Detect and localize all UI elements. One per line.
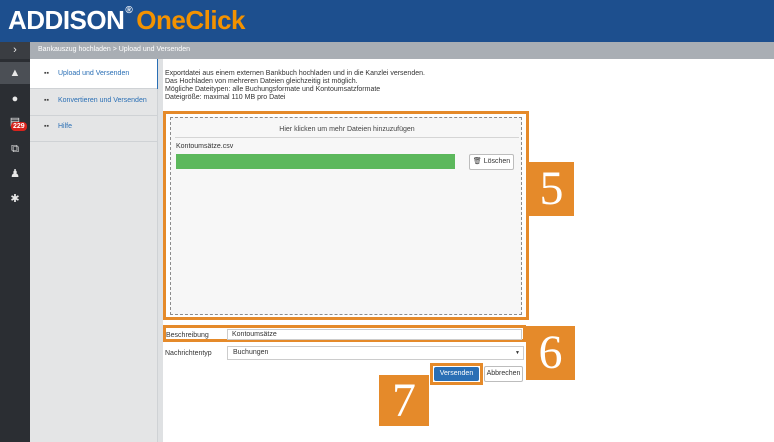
message-type-value: Buchungen [233, 349, 269, 356]
upload-instructions: Exportdatei aus einem externen Bankbuch … [165, 70, 425, 102]
message-type-select[interactable]: Buchungen ▼ [227, 346, 524, 360]
upload-progress-fill [176, 154, 455, 169]
step-marker-7: 7 [379, 375, 429, 427]
send-button[interactable]: Versenden [434, 367, 479, 381]
file-dropzone[interactable]: Hier klicken um mehr Dateien hinzuzufüge… [170, 117, 522, 315]
sidebar-item-label: Hilfe [58, 123, 73, 130]
chart-icon[interactable]: ▲ [0, 62, 30, 84]
dropzone-prompt[interactable]: Hier klicken um mehr Dateien hinzuzufüge… [171, 126, 523, 133]
app-logo: ADDISON® OneClick [8, 5, 245, 36]
person-icon[interactable]: ♟ [0, 163, 30, 185]
sidebar-item-help[interactable]: ▪▪ Hilfe [30, 112, 158, 142]
sidebar-item-label: Konvertieren und Versenden [58, 97, 147, 104]
instruction-line: Dateigröße: maximal 110 MB pro Datei [165, 94, 286, 101]
chat-icon[interactable]: ● [0, 88, 30, 110]
notification-badge: 229 [11, 122, 27, 131]
logo-text-addison: ADDISON [8, 5, 125, 35]
sidebar-item-label: Upload und Versenden [58, 70, 130, 77]
app-header: ADDISON® OneClick [0, 0, 774, 42]
trash-icon: 🗑 [472, 158, 482, 165]
dropzone-divider [175, 137, 519, 138]
description-label: Beschreibung [166, 332, 209, 339]
icon-rail: › ▲ ● ▤ 229 ⧉ ♟ ✱ [0, 42, 30, 442]
grid-icon: ▪▪ [44, 123, 49, 130]
description-input[interactable] [227, 329, 522, 340]
grid-icon: ▪▪ [44, 70, 49, 77]
step-marker-6: 6 [526, 326, 575, 380]
cancel-button[interactable]: Abbrechen [484, 366, 523, 382]
breadcrumb[interactable]: Bankauszug hochladen > Upload und Versen… [38, 46, 190, 53]
gear-icon[interactable]: ✱ [0, 188, 30, 210]
instruction-line: Exportdatei aus einem externen Bankbuch … [165, 70, 425, 77]
step-marker-5: 5 [529, 162, 574, 216]
grid-icon: ▪▪ [44, 97, 49, 104]
delete-label: Löschen [483, 158, 511, 165]
chevron-down-icon: ▼ [515, 350, 520, 356]
sidebar-item-upload[interactable]: ▪▪ Upload und Versenden [30, 59, 160, 89]
message-type-label: Nachrichtentyp [165, 350, 212, 357]
uploaded-file-name: Kontoumsätze.csv [176, 143, 234, 150]
document-icon[interactable]: ▤ 229 [0, 111, 30, 133]
chevron-right-icon[interactable]: › [0, 42, 30, 59]
upload-progress-bar [176, 154, 455, 169]
breadcrumb-bar: Bankauszug hochladen > Upload und Versen… [30, 42, 774, 59]
sidebar: ▪▪ Upload und Versenden ▪▪ Konvertieren … [30, 59, 160, 442]
delete-file-button[interactable]: 🗑 Löschen [469, 154, 514, 170]
logo-text-oneclick: OneClick [136, 5, 245, 35]
logo-registered: ® [125, 5, 133, 16]
instruction-line: Das Hochladen von mehreren Dateien gleic… [165, 78, 358, 85]
copy-icon[interactable]: ⧉ [0, 138, 30, 160]
instruction-line: Mögliche Dateitypen: alle Buchungsformat… [165, 86, 381, 93]
